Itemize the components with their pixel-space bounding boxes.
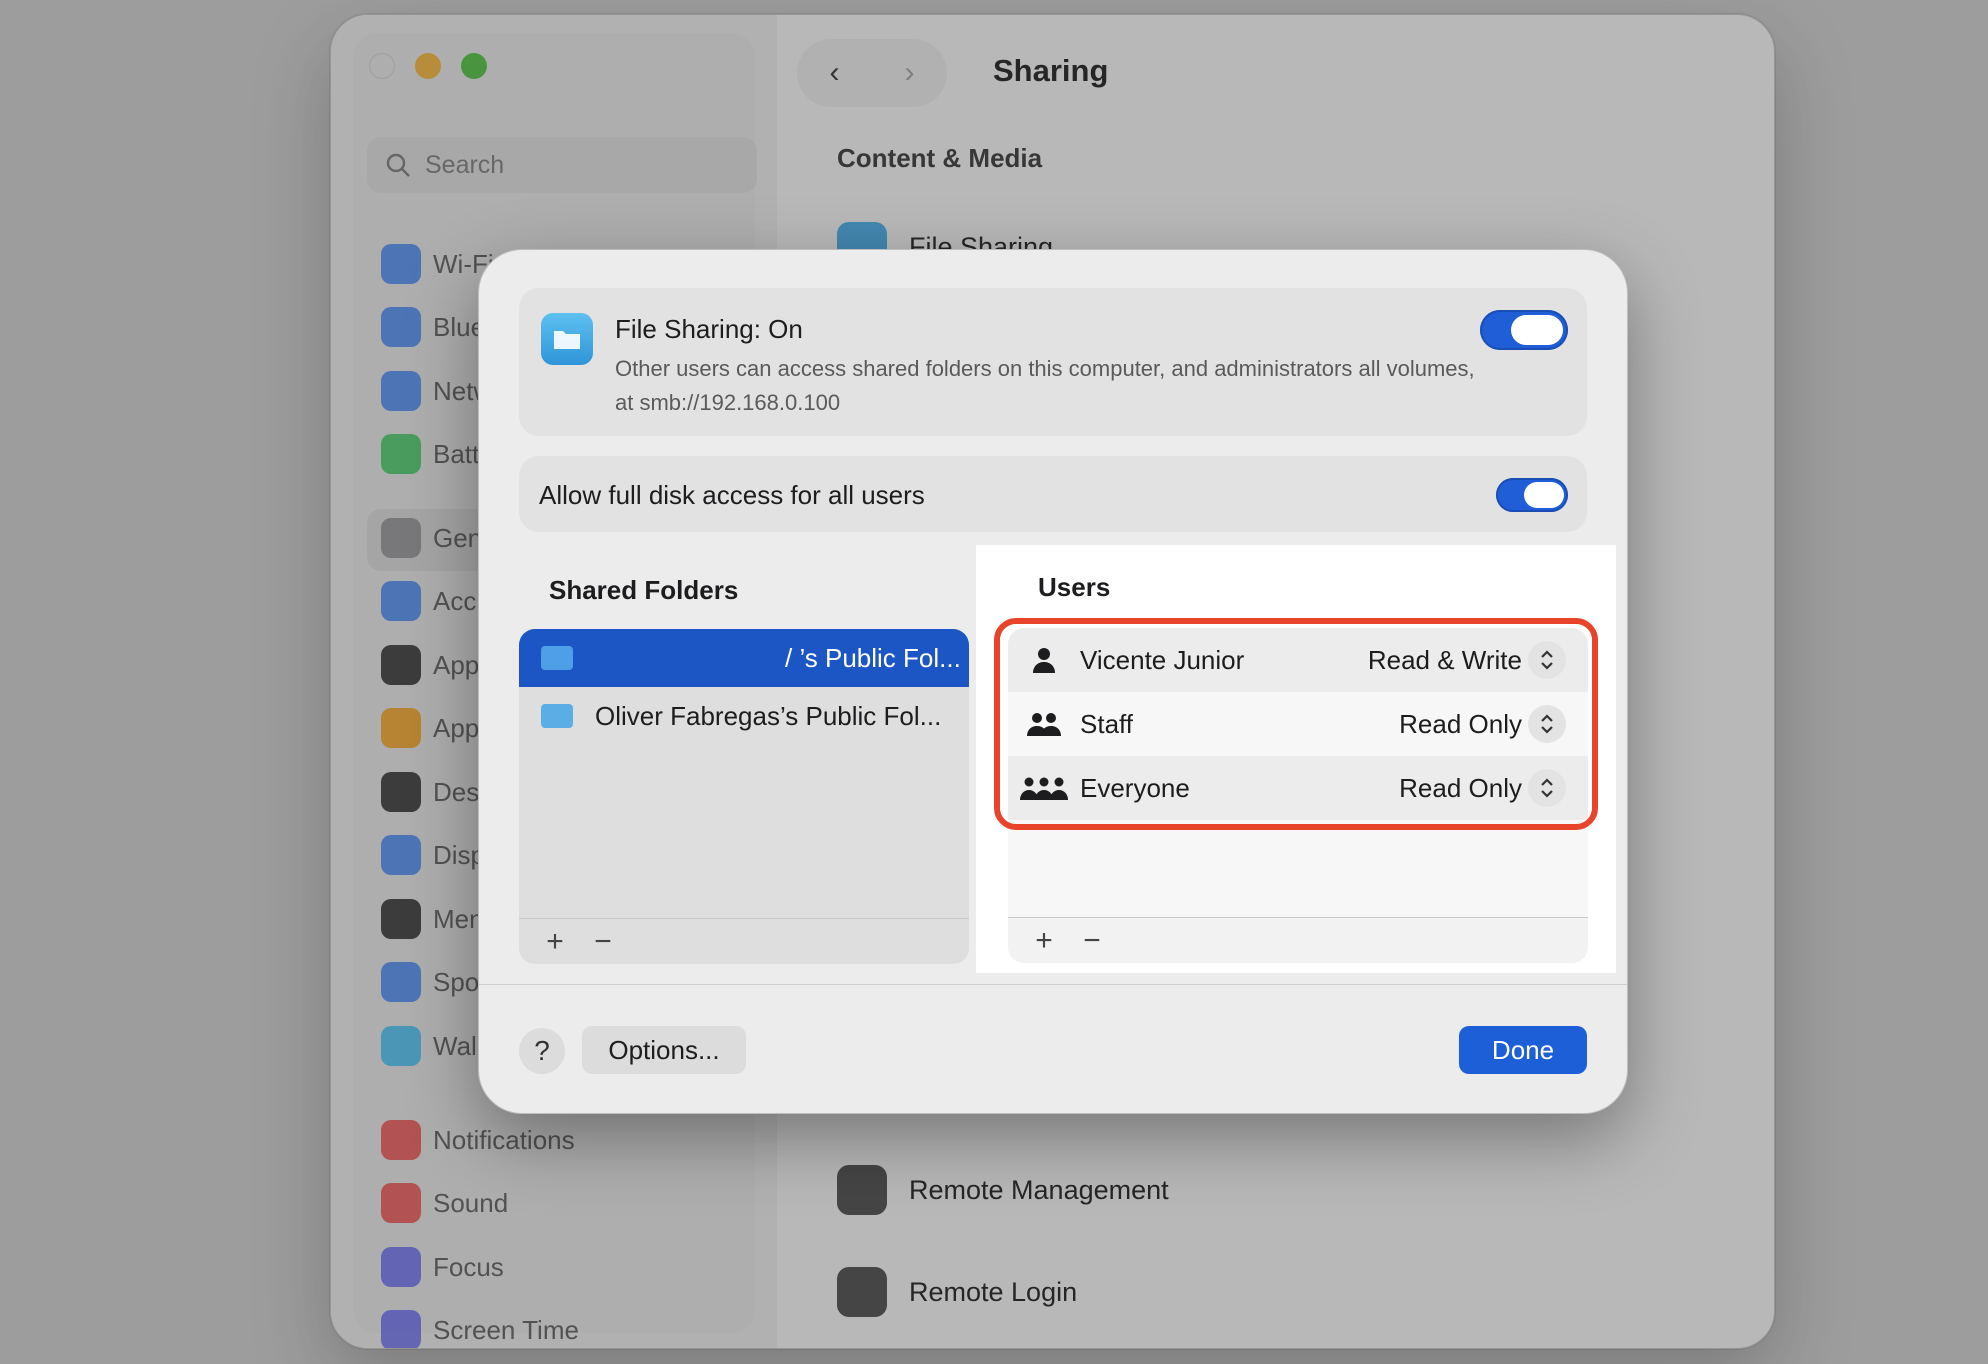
folder-row[interactable]: / ’s Public Fol... xyxy=(519,629,969,687)
shared-folders-title: Shared Folders xyxy=(549,575,739,605)
sheet-divider xyxy=(479,984,1627,985)
users-list-footer: + − xyxy=(1008,917,1588,963)
folder-icon xyxy=(541,704,573,728)
add-user-button[interactable]: + xyxy=(1020,924,1068,958)
folder-icon xyxy=(541,313,593,365)
folders-list-footer: + − xyxy=(519,918,969,964)
folder-row[interactable]: Oliver Fabregas’s Public Fol... xyxy=(519,687,969,745)
folder-label: / ’s Public Fol... xyxy=(785,642,961,673)
help-button[interactable]: ? xyxy=(519,1028,565,1074)
add-folder-button[interactable]: + xyxy=(531,925,579,959)
remove-folder-button[interactable]: − xyxy=(579,925,627,959)
remove-user-button[interactable]: − xyxy=(1068,924,1116,958)
full-disk-toggle[interactable] xyxy=(1496,478,1568,512)
users-highlight-box xyxy=(994,618,1598,830)
options-button[interactable]: Options... xyxy=(582,1026,746,1074)
folder-label: Oliver Fabregas’s Public Fol... xyxy=(595,700,942,731)
file-sharing-title: File Sharing: On xyxy=(615,314,803,344)
done-button[interactable]: Done xyxy=(1459,1026,1587,1074)
file-sharing-toggle[interactable] xyxy=(1480,310,1568,350)
users-title: Users xyxy=(1038,572,1111,602)
shared-folders-list: / ’s Public Fol... Oliver Fabregas’s Pub… xyxy=(519,629,969,964)
folder-icon xyxy=(541,646,573,670)
full-disk-label: Allow full disk access for all users xyxy=(539,480,925,510)
file-sharing-description: Other users can access shared folders on… xyxy=(615,356,1475,415)
